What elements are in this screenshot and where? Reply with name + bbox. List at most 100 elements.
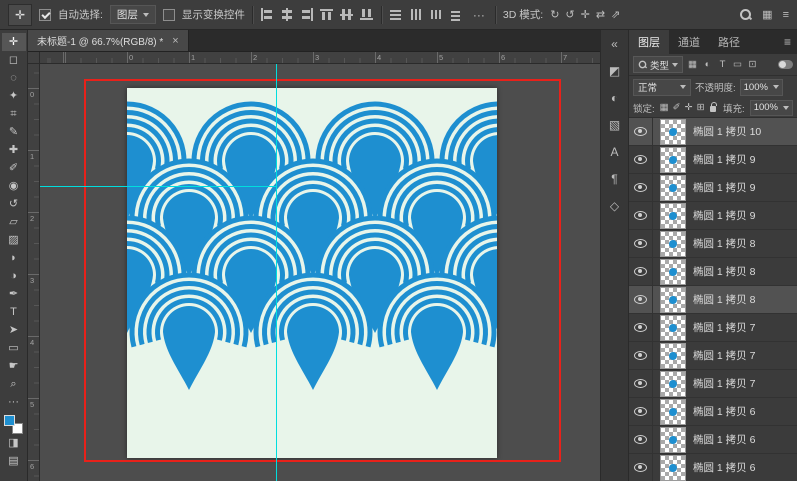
layer-visibility-toggle[interactable] [629, 398, 653, 425]
layer-visibility-toggle[interactable] [629, 286, 653, 313]
quick-mask-button[interactable]: ◨ [2, 434, 26, 452]
layer-row[interactable]: 椭圆 1 拷贝 9 [629, 146, 797, 174]
edit-toolbar[interactable]: ··· [2, 393, 26, 411]
layer-visibility-toggle[interactable] [629, 342, 653, 369]
align-top-edges-icon[interactable] [319, 8, 334, 21]
horizontal-type-tool[interactable]: T [2, 303, 26, 321]
clone-stamp-tool[interactable]: ◉ [2, 177, 26, 195]
distribute-heights-icon[interactable] [449, 8, 463, 21]
layer-thumbnail[interactable] [660, 118, 686, 145]
layer-visibility-toggle[interactable] [629, 426, 653, 453]
layer-thumbnail[interactable] [660, 314, 686, 341]
filter-adjustment-layers-icon[interactable]: ◐ [701, 59, 714, 70]
layer-visibility-toggle[interactable] [629, 202, 653, 229]
3d-roll-icon[interactable]: ↺ [565, 8, 574, 21]
horizontal-ruler[interactable]: 0 1 2 3 4 5 6 7 [40, 52, 600, 64]
rectangular-marquee-tool[interactable]: ◻ [2, 51, 26, 69]
align-right-edges-icon[interactable] [300, 8, 314, 21]
layer-row[interactable]: 椭圆 1 拷贝 7 [629, 314, 797, 342]
filter-pixel-layers-icon[interactable]: ▦ [686, 59, 699, 70]
path-selection-tool[interactable]: ➤ [2, 321, 26, 339]
layer-visibility-toggle[interactable] [629, 258, 653, 285]
rectangle-tool[interactable]: ▭ [2, 339, 26, 357]
fill-dropdown[interactable]: 100% [749, 99, 793, 116]
tab-路径[interactable]: 路径 [709, 30, 749, 54]
layer-row[interactable]: 椭圆 1 拷贝 8 [629, 230, 797, 258]
show-transform-controls-checkbox[interactable] [162, 8, 175, 21]
screen-mode-button[interactable]: ▤ [2, 452, 26, 470]
layer-thumbnail[interactable] [660, 286, 686, 313]
spot-healing-brush-tool[interactable]: ✚ [2, 141, 26, 159]
foreground-color-swatch[interactable] [4, 415, 15, 426]
tab-通道[interactable]: 通道 [669, 30, 709, 54]
crop-tool[interactable]: ⌗ [2, 105, 26, 123]
color-swatches[interactable] [4, 415, 23, 434]
layer-thumbnail[interactable] [660, 258, 686, 285]
search-icon[interactable] [739, 8, 752, 21]
more-align-options-button[interactable]: ··· [470, 5, 488, 25]
blur-tool[interactable]: ◗ [2, 249, 26, 267]
layer-visibility-toggle[interactable] [629, 146, 653, 173]
layer-row[interactable]: 椭圆 1 拷贝 8 [629, 286, 797, 314]
layer-row[interactable]: 椭圆 1 拷贝 7 [629, 370, 797, 398]
align-horizontal-centers-icon[interactable] [280, 8, 294, 21]
filter-type-layers-icon[interactable]: T [716, 59, 729, 70]
workspace-switcher-icon[interactable]: ▦ [762, 8, 772, 21]
ruler-origin-corner[interactable] [28, 52, 40, 64]
layer-thumbnail[interactable] [660, 146, 686, 173]
layer-visibility-toggle[interactable] [629, 314, 653, 341]
layer-thumbnail[interactable] [660, 342, 686, 369]
adjustments-panel-icon[interactable]: ◐ [611, 92, 618, 104]
blend-mode-dropdown[interactable]: 正常 [633, 78, 691, 96]
current-tool-icon[interactable]: ✛ [8, 3, 32, 26]
lock-all-icon[interactable] [709, 102, 717, 112]
lock-artboard-icon[interactable]: ⊞ [697, 102, 705, 113]
auto-select-checkbox[interactable] [39, 8, 51, 21]
3d-panel-icon[interactable]: ◇ [610, 200, 619, 212]
layer-thumbnail[interactable] [660, 202, 686, 229]
horizontal-guide[interactable] [40, 186, 277, 187]
distribute-widths-icon[interactable] [429, 8, 443, 21]
expand-panels-icon[interactable]: « [611, 38, 618, 50]
layer-row[interactable]: 椭圆 1 拷贝 8 [629, 258, 797, 286]
character-panel-icon[interactable]: A [610, 146, 618, 158]
layer-row[interactable]: 椭圆 1 拷贝 7 [629, 342, 797, 370]
3d-slide-icon[interactable]: ⇄ [596, 8, 605, 21]
layer-visibility-toggle[interactable] [629, 230, 653, 257]
document-tab[interactable]: 未标题-1 @ 66.7%(RGB/8) * × [28, 30, 189, 51]
layer-thumbnail[interactable] [660, 398, 686, 425]
filter-smart-objects-icon[interactable]: ⊡ [746, 59, 759, 70]
eyedropper-tool[interactable]: ✎ [2, 123, 26, 141]
filter-shape-layers-icon[interactable]: ▭ [731, 59, 744, 70]
distribute-vertical-icon[interactable] [389, 8, 403, 21]
layer-filter-toggle[interactable] [778, 60, 793, 69]
history-brush-tool[interactable]: ↺ [2, 195, 26, 213]
layer-visibility-toggle[interactable] [629, 370, 653, 397]
pen-tool[interactable]: ✒ [2, 285, 26, 303]
close-tab-icon[interactable]: × [172, 35, 178, 47]
lock-pixels-icon[interactable]: ✐ [673, 102, 681, 113]
quick-selection-tool[interactable]: ✦ [2, 87, 26, 105]
layer-row[interactable]: 椭圆 1 拷贝 6 [629, 454, 797, 481]
layer-filter-kind-dropdown[interactable]: 类型 [633, 56, 684, 73]
vertical-guide[interactable] [276, 64, 277, 481]
3d-scale-icon[interactable]: ⇗ [611, 8, 620, 21]
align-bottom-edges-icon[interactable] [359, 8, 374, 21]
zoom-tool[interactable]: ⌕ [2, 375, 26, 393]
opacity-dropdown[interactable]: 100% [739, 78, 783, 96]
layer-row[interactable]: 椭圆 1 拷贝 6 [629, 398, 797, 426]
panel-menu-icon[interactable]: ≡ [778, 30, 797, 54]
layer-row[interactable]: 椭圆 1 拷贝 10 [629, 118, 797, 146]
lock-position-icon[interactable]: ✛ [685, 102, 693, 113]
distribute-horizontal-icon[interactable] [409, 8, 423, 21]
dodge-tool[interactable]: ◑ [2, 267, 26, 285]
libraries-panel-icon[interactable]: ▧ [609, 119, 620, 131]
gradient-tool[interactable]: ▨ [2, 231, 26, 249]
align-vertical-centers-icon[interactable] [339, 8, 354, 21]
layer-thumbnail[interactable] [660, 174, 686, 201]
layer-thumbnail[interactable] [660, 454, 686, 481]
auto-select-target-dropdown[interactable]: 图层 [109, 5, 156, 24]
move-tool[interactable]: ✛ [1, 33, 26, 51]
layer-thumbnail[interactable] [660, 230, 686, 257]
layer-thumbnail[interactable] [660, 370, 686, 397]
